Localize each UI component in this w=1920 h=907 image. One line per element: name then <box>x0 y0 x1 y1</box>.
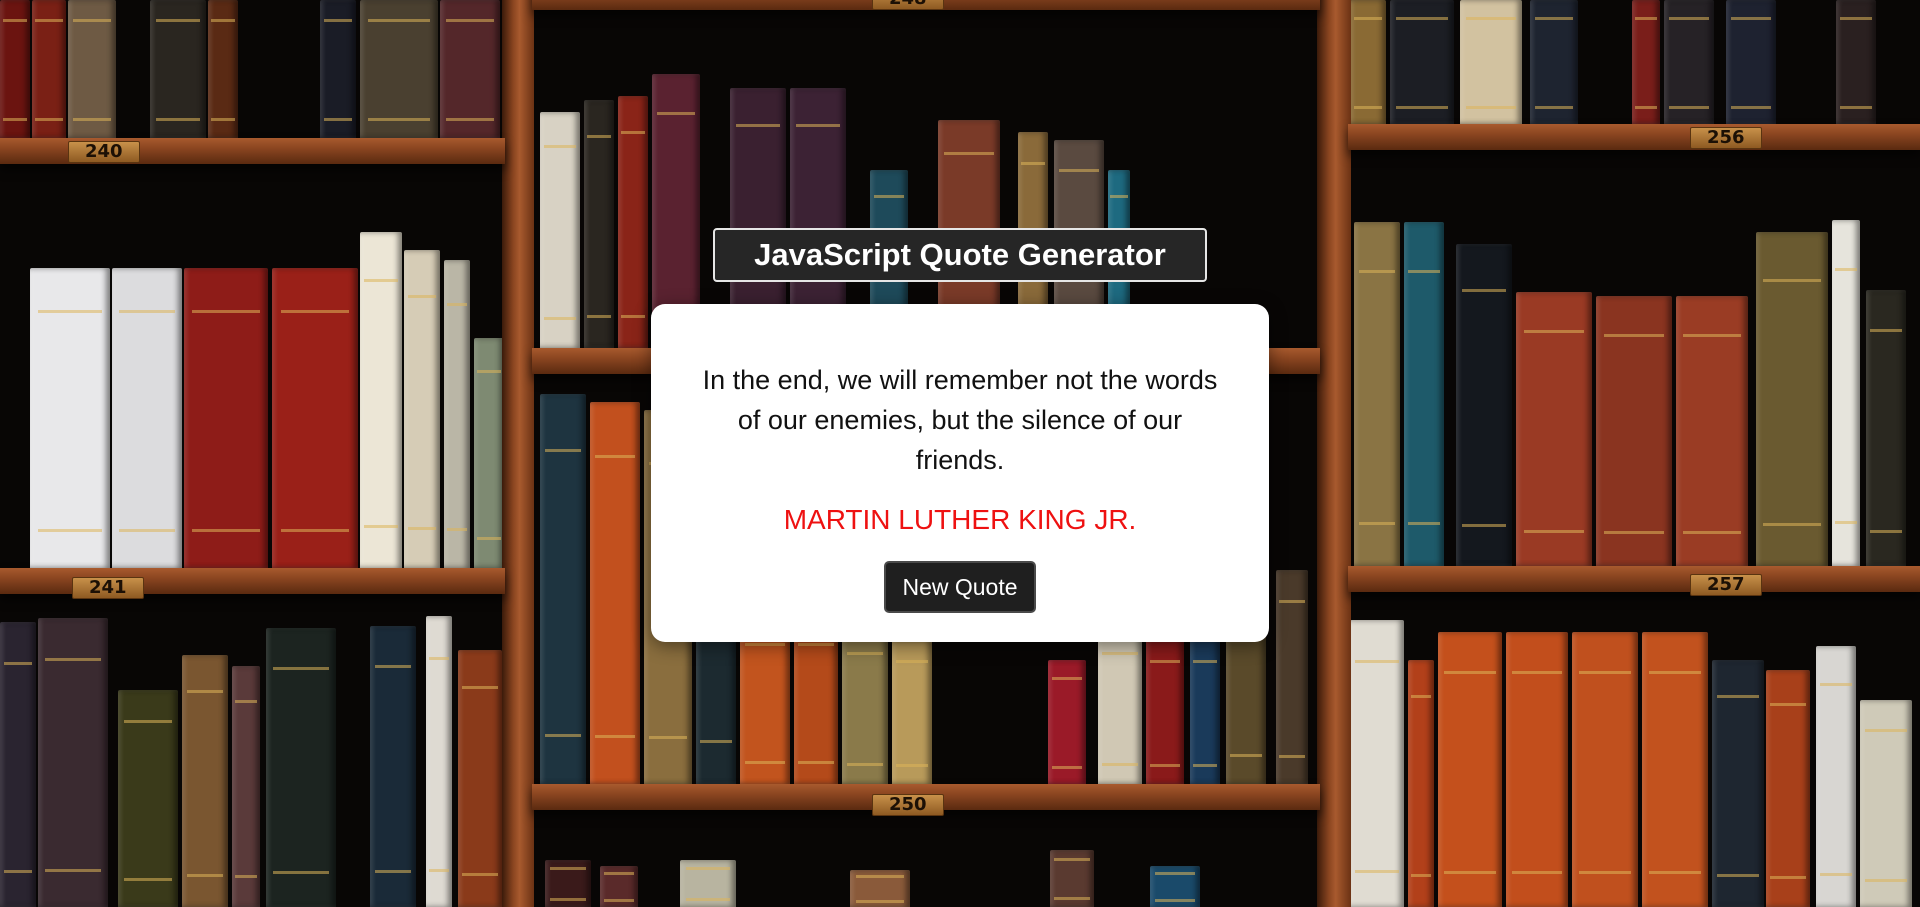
book <box>892 640 932 784</box>
book <box>540 394 586 784</box>
book <box>112 268 182 568</box>
book <box>1438 632 1502 907</box>
book <box>1516 292 1592 566</box>
book <box>1150 866 1200 907</box>
book <box>1642 632 1708 907</box>
book <box>320 0 356 138</box>
quote-text: In the end, we will remember not the wor… <box>702 365 1218 475</box>
shelf-number-plate: 240 <box>68 141 140 163</box>
shelf-post <box>1317 0 1351 907</box>
book <box>1530 0 1578 124</box>
book <box>30 268 110 568</box>
shelf-number-plate: 256 <box>1690 127 1762 149</box>
new-quote-button[interactable]: New Quote <box>884 561 1036 613</box>
book <box>618 96 648 348</box>
shelf-number-plate: 257 <box>1690 574 1762 596</box>
book <box>32 0 66 138</box>
book <box>474 338 504 568</box>
book <box>1712 660 1764 907</box>
shelf-number-plate: 248 <box>872 0 944 10</box>
book <box>1456 244 1512 566</box>
book <box>1816 646 1856 907</box>
shelf-board <box>1348 124 1920 150</box>
book <box>1404 222 1444 566</box>
book <box>184 268 268 568</box>
book <box>1596 296 1672 566</box>
book <box>1050 850 1094 907</box>
book <box>1664 0 1714 124</box>
book <box>426 616 452 907</box>
book <box>590 402 640 784</box>
book <box>38 618 108 907</box>
book <box>68 0 116 138</box>
book <box>584 100 614 348</box>
book <box>0 622 36 907</box>
book <box>1408 660 1434 907</box>
book <box>540 112 580 348</box>
book <box>545 860 591 907</box>
book <box>1756 232 1828 566</box>
book <box>1726 0 1776 124</box>
book <box>458 650 502 907</box>
book <box>850 870 910 907</box>
book <box>272 268 358 568</box>
book <box>1860 700 1912 907</box>
book <box>1460 0 1522 124</box>
book <box>1832 220 1860 566</box>
book <box>600 866 638 907</box>
book <box>1146 640 1184 784</box>
book <box>118 690 178 907</box>
book <box>1390 0 1454 124</box>
book <box>150 0 206 138</box>
book <box>182 655 228 907</box>
shelf-board <box>1348 566 1920 592</box>
quote-author: MARTIN LUTHER KING JR. <box>783 504 1137 535</box>
book <box>1048 660 1086 784</box>
shelf-number-plate: 241 <box>72 577 144 599</box>
book <box>444 260 470 568</box>
book <box>1836 0 1876 124</box>
book <box>370 626 416 907</box>
book <box>1098 630 1142 784</box>
book <box>1350 0 1386 124</box>
book <box>680 860 736 907</box>
book <box>1506 632 1568 907</box>
book <box>404 250 440 568</box>
book <box>1572 632 1638 907</box>
app-title: JavaScript Quote Generator <box>713 228 1207 282</box>
quote-card: In the end, we will remember not the wor… <box>651 304 1269 642</box>
book <box>1632 0 1660 124</box>
book <box>360 232 402 568</box>
book <box>1766 670 1810 907</box>
book <box>1676 296 1748 566</box>
book <box>1276 570 1308 784</box>
book <box>1190 640 1220 784</box>
book <box>842 630 888 784</box>
book <box>232 666 260 907</box>
shelf-number-plate: 250 <box>872 794 944 816</box>
shelf-post <box>502 0 534 907</box>
book <box>440 0 500 138</box>
book <box>0 0 30 138</box>
book <box>1350 620 1404 907</box>
book <box>1354 222 1400 566</box>
book <box>740 620 790 784</box>
book <box>208 0 238 138</box>
book <box>360 0 438 138</box>
book <box>794 620 838 784</box>
book <box>266 628 336 907</box>
book <box>1866 290 1906 566</box>
